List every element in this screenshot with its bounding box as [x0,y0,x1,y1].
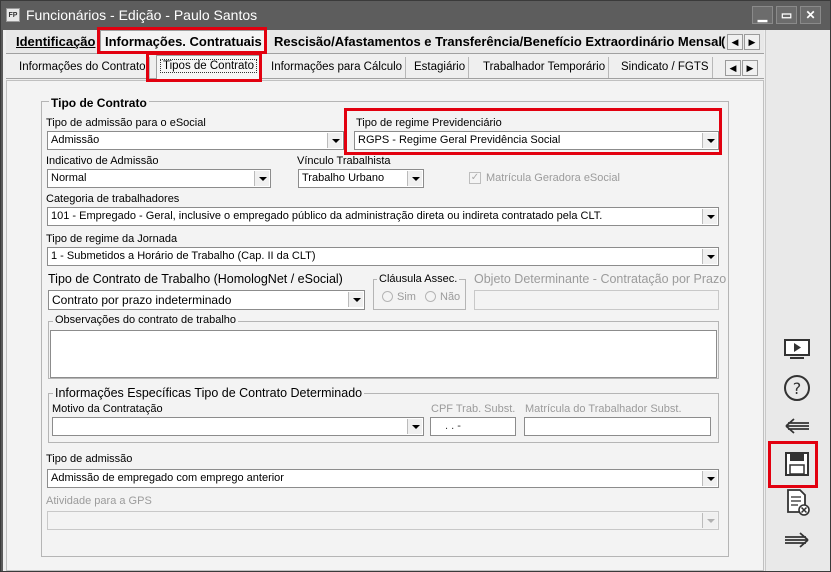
main-tab-bar: Identificação Informações. Contratuais R… [6,30,764,55]
cancel-document-icon [787,489,810,516]
tab-identificacao[interactable]: Identificação [12,32,99,54]
close-icon: ✕ [805,8,816,22]
clausula-sim-radio[interactable] [382,291,393,302]
chevron-down-icon [407,171,422,186]
cpf-subst-input[interactable]: . . - [430,417,516,436]
tipo-contrato-trabalho-label: Tipo de Contrato de Trabalho (HomologNet… [48,272,343,286]
matricula-geradora-label: Matrícula Geradora eSocial [486,172,620,184]
group-title: Tipo de Contrato [49,96,149,110]
vinculo-trabalhista-select[interactable]: Trabalho Urbano [298,169,424,188]
back-arrow-icon [785,418,809,434]
tab-informacoes-contrato[interactable]: Informações do Contrato [16,57,150,78]
minimize-button[interactable]: ▁ [752,6,773,24]
tipo-admissao-label: Tipo de admissão [46,453,133,465]
chevron-down-icon [702,513,717,528]
scroll-left-icon[interactable]: ◀ [725,60,741,76]
chevron-down-icon [327,133,342,148]
regime-previdenciario-label: Tipo de regime Previdenciário [356,117,502,129]
clausula-nao-label: Não [440,291,461,303]
clausula-assec-label: Cláusula Assec. [377,273,460,285]
side-toolbar: ? [765,30,830,571]
matricula-geradora-checkbox[interactable]: ✓ [469,172,481,184]
chevron-down-icon [254,171,269,186]
scroll-right-icon[interactable]: ▶ [744,34,760,50]
indicativo-admissao-label: Indicativo de Admissão [46,155,159,167]
save-icon [785,452,809,476]
regime-previdenciario-select[interactable]: RGPS - Regime Geral Previdência Social [354,131,719,150]
tab-informacoes-contratuais[interactable]: Informações. Contratuais [100,30,267,55]
matricula-subst-label: Matrícula do Trabalhador Subst. [525,403,682,415]
window-title: Funcionários - Edição - Paulo Santos [26,7,258,23]
observacoes-textarea[interactable] [50,330,717,378]
close-button[interactable]: ✕ [800,6,821,24]
chevron-down-icon [702,209,717,224]
cancel-document-button[interactable] [780,486,814,518]
motivo-contratacao-label: Motivo da Contratação [52,403,163,415]
forward-arrow-icon [785,532,809,548]
motivo-contratacao-select[interactable] [52,417,424,436]
info-determinado-title: Informações Específicas Tipo de Contrato… [53,386,365,400]
title-bar[interactable]: FP Funcionários - Edição - Paulo Santos … [1,1,830,30]
cpf-subst-label: CPF Trab. Subst. [431,403,516,415]
chevron-down-icon [702,133,717,148]
app-icon: FP [6,8,20,22]
atividade-gps-label: Atividade para a GPS [46,495,152,507]
clausula-nao-radio[interactable] [425,291,436,302]
chevron-down-icon [702,249,717,264]
regime-jornada-select[interactable]: 1 - Submetidos a Horário de Trabalho (Ca… [47,247,719,266]
presentation-button[interactable] [780,332,814,364]
indicativo-admissao-select[interactable]: Normal [47,169,271,188]
vinculo-trabalhista-label: Vínculo Trabalhista [297,155,391,167]
sub-tab-scroll: ◀ ▶ [725,60,759,76]
client-area: Identificação Informações. Contratuais R… [3,30,830,571]
clausula-sim-label: Sim [397,291,416,303]
regime-jornada-label: Tipo de regime da Jornada [46,233,178,245]
chevron-down-icon [407,419,422,434]
help-icon: ? [784,375,810,401]
forward-button[interactable] [780,524,814,556]
main-window: FP Funcionários - Edição - Paulo Santos … [0,0,831,572]
atividade-gps-select[interactable] [47,511,719,530]
scroll-left-icon[interactable]: ◀ [727,34,743,50]
maximize-button[interactable]: ▭ [776,6,797,24]
objeto-determinante-input[interactable] [474,290,719,310]
chevron-down-icon [702,471,717,486]
tab-estagiario[interactable]: Estagiário [411,57,470,78]
observacoes-label: Observações do contrato de trabalho [53,314,239,326]
sub-tab-bar: Informações do Contrato Tipos de Contrat… [6,54,764,79]
tab-rescisao[interactable]: Rescisão/Afastamentos e Transferência/Be… [270,32,726,54]
scroll-right-icon[interactable]: ▶ [742,60,758,76]
tab-content: Tipo de Contrato Tipo de admissão para o… [6,80,764,571]
back-button[interactable] [780,410,814,442]
presentation-icon [784,339,810,359]
maximize-icon: ▭ [780,8,793,22]
objeto-determinante-label: Objeto Determinante - Contratação por Pr… [474,272,727,286]
tab-informacoes-calculo[interactable]: Informações para Cálculo [268,57,407,78]
chevron-down-icon [348,292,363,307]
tipo-contrato-trabalho-select[interactable]: Contrato por prazo indeterminado [48,290,365,310]
tab-trabalhador-temporario[interactable]: Trabalhador Temporário [480,57,610,78]
minimize-icon: ▁ [757,8,768,22]
tipo-admissao-esocial-select[interactable]: Admissão [47,131,344,150]
categoria-label: Categoria de trabalhadores [46,193,180,205]
tab-sindicato-fgts[interactable]: Sindicato / FGTS [618,57,713,78]
tab-tipos-contrato[interactable]: Tipos de Contrato [156,55,261,79]
main-tab-scroll: ◀ ▶ [727,34,761,50]
tipo-admissao-select[interactable]: Admissão de empregado com emprego anteri… [47,469,719,488]
tipo-admissao-esocial-label: Tipo de admissão para o eSocial [46,117,206,129]
save-button[interactable] [780,448,814,480]
categoria-select[interactable]: 101 - Empregado - Geral, inclusive o emp… [47,207,719,226]
help-button[interactable]: ? [780,372,814,404]
svg-text:?: ? [793,379,802,398]
matricula-subst-input[interactable] [524,417,711,436]
